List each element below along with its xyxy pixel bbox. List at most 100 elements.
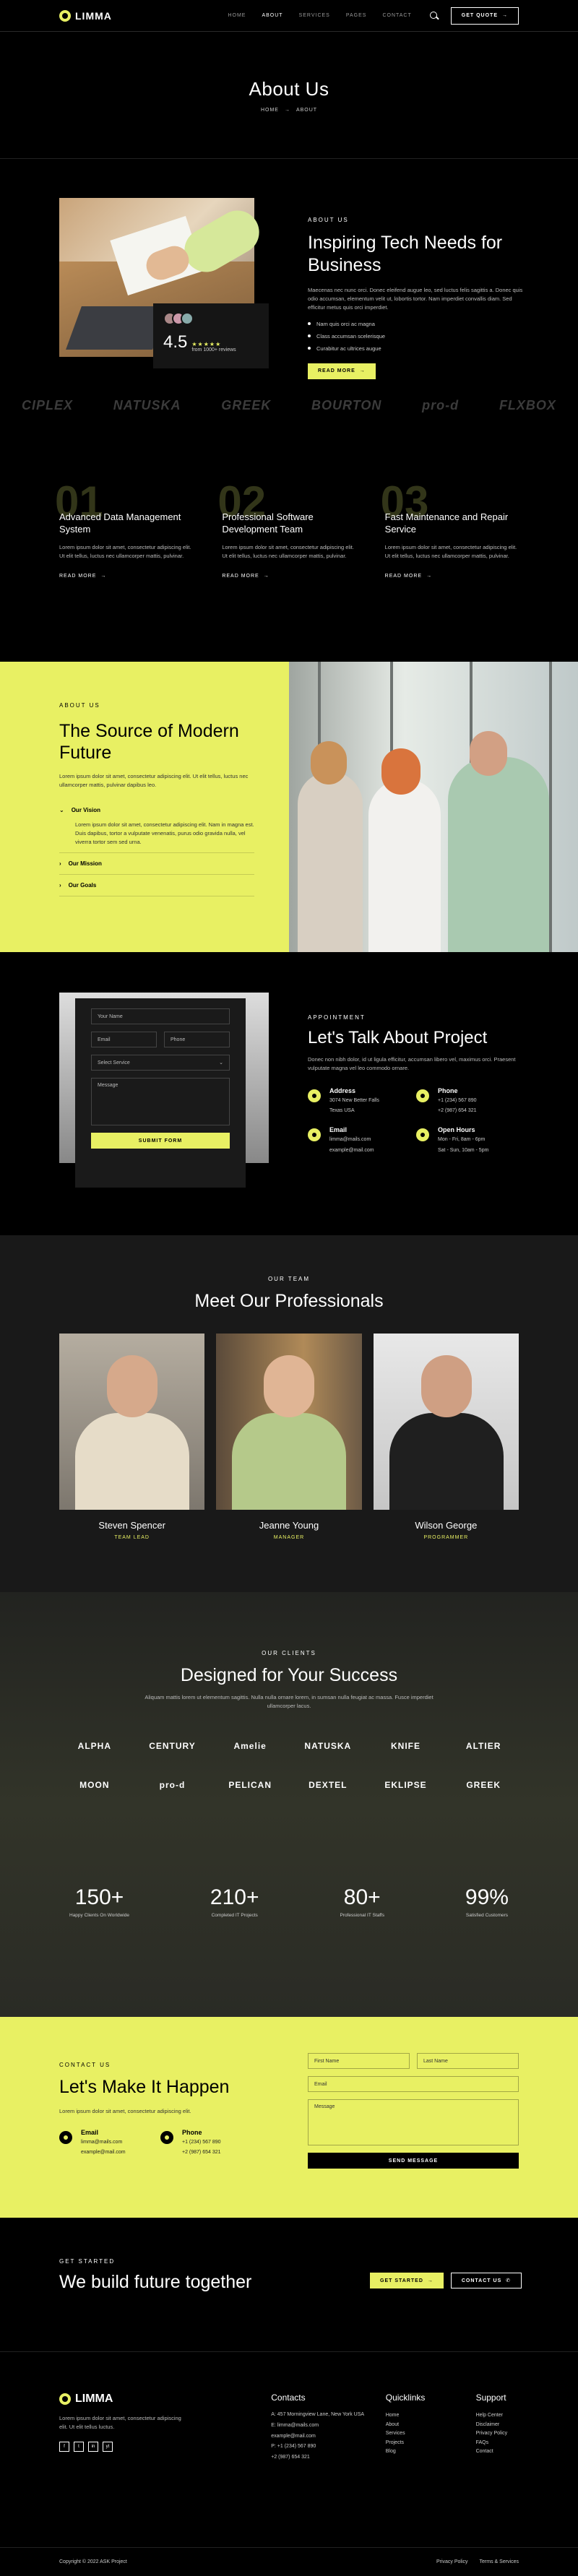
message-field[interactable]: Message	[91, 1078, 230, 1125]
started-eyebrow: GET STARTED	[59, 2258, 116, 2265]
email-field[interactable]: Email	[91, 1032, 157, 1047]
contact-line[interactable]: +2 (987) 654 321	[438, 1107, 477, 1115]
service-text: Lorem ipsum dolor sit amet, consectetur …	[384, 543, 517, 559]
last-name-field[interactable]: Last Name	[417, 2053, 519, 2069]
source-text: Lorem ipsum dolor sit amet, consectetur …	[59, 773, 249, 788]
clients-title: Designed for Your Success	[180, 1665, 398, 1685]
clients-eyebrow: OUR CLIENTS	[262, 1650, 316, 1656]
list-item: Class accumsan scelerisque	[308, 333, 525, 340]
team-eyebrow: OUR TEAM	[267, 1276, 311, 1282]
member-role: MANAGER	[273, 1535, 305, 1540]
footer-contact-line[interactable]: example@mail.com	[271, 2433, 386, 2440]
nav-home[interactable]: HOME	[228, 13, 246, 18]
get-started-section: GET STARTED We build future together GET…	[0, 2218, 578, 2352]
contact-line[interactable]: example@mail.com	[81, 2148, 126, 2156]
service-card: 01 Advanced Data Management System Lorem…	[55, 477, 193, 662]
message-field[interactable]: Message	[308, 2099, 519, 2145]
service-card: 03 Fast Maintenance and Repair Service L…	[381, 477, 519, 662]
get-started-button[interactable]: GET STARTED →	[370, 2273, 444, 2288]
contact-label: Phone	[182, 2129, 202, 2136]
contact-line[interactable]: +2 (987) 654 321	[182, 2148, 221, 2156]
footer-link[interactable]: About	[386, 2421, 476, 2430]
contact-line[interactable]: example@mail.com	[329, 1146, 374, 1154]
accordion-item-goals[interactable]: › Our Goals	[59, 875, 254, 896]
accordion-item-vision[interactable]: ⌄ Our Vision	[59, 800, 254, 821]
client-logo: GREEK	[466, 1780, 501, 1790]
reviewer-avatars	[163, 312, 259, 325]
phone-icon: ✆	[506, 2278, 512, 2283]
footer-link[interactable]: Blog	[386, 2447, 476, 2457]
facebook-icon[interactable]: f	[59, 2442, 69, 2452]
logo-icon	[59, 2393, 71, 2405]
footer-link[interactable]: Privacy Policy	[476, 2429, 519, 2439]
footer-link[interactable]: FAQs	[476, 2439, 519, 2448]
contact-line[interactable]: +1 (234) 567 890	[438, 1097, 477, 1105]
contact-line[interactable]: +1 (234) 567 890	[182, 2138, 221, 2146]
footer-contact-line[interactable]: E: limma@mails.com	[271, 2422, 386, 2429]
footer-link[interactable]: Home	[386, 2411, 476, 2421]
brand-logo[interactable]: LIMMA	[59, 9, 112, 22]
about-title: Inspiring Tech Needs for Business	[308, 233, 503, 276]
nav-contact[interactable]: CONTACT	[382, 13, 411, 18]
youtube-icon[interactable]: yt	[103, 2442, 113, 2452]
appointment-title: Let's Talk About Project	[308, 1028, 488, 1047]
read-more-button[interactable]: READ MORE →	[308, 363, 376, 379]
source-title: The Source of Modern Future	[59, 721, 239, 763]
email-field[interactable]: Email	[308, 2076, 519, 2092]
privacy-policy-link[interactable]: Privacy Policy	[436, 2559, 468, 2564]
name-field[interactable]: Your Name	[91, 1008, 230, 1024]
contact-line[interactable]: limma@mails.com	[329, 1136, 374, 1144]
contact-us-button[interactable]: CONTACT US ✆	[450, 2273, 522, 2288]
client-logo: ALPHA	[77, 1741, 111, 1751]
team-member-card[interactable]: Wilson George PROGRAMMER	[373, 1334, 519, 1540]
nav-pages[interactable]: PAGES	[346, 13, 367, 18]
footer-link[interactable]: Help Center	[476, 2411, 519, 2421]
get-started-label: GET STARTED	[380, 2278, 423, 2283]
footer-contact-line[interactable]: P: +1 (234) 567 890	[271, 2443, 386, 2450]
client-logo: DEXTEL	[309, 1780, 348, 1790]
submit-form-button[interactable]: SUBMIT FORM	[91, 1133, 230, 1149]
phone-field[interactable]: Phone	[164, 1032, 230, 1047]
footer-contact-line[interactable]: +2 (987) 654 321	[271, 2454, 386, 2461]
breadcrumb-home[interactable]: HOME	[261, 108, 279, 113]
stat-item: 80+ Professional IT Staffs	[340, 1885, 384, 1918]
member-photo	[373, 1334, 519, 1510]
nav-about[interactable]: ABOUT	[262, 13, 282, 18]
contact-address: Address 3074 New Better Falls Texas USA	[308, 1087, 416, 1115]
contact-line[interactable]: limma@mails.com	[81, 2138, 126, 2146]
brand-logo-ciplex: CIPLEX	[22, 397, 74, 412]
service-read-more-link[interactable]: READ MORE →	[222, 574, 355, 579]
logo-icon	[59, 9, 71, 22]
search-icon[interactable]	[429, 11, 439, 21]
accordion-item-mission[interactable]: › Our Mission	[59, 853, 254, 875]
service-select[interactable]: Select Service ⌄	[91, 1055, 230, 1071]
member-role: PROGRAMMER	[423, 1535, 469, 1540]
stat-value: 99%	[465, 1885, 509, 1909]
footer-link[interactable]: Projects	[386, 2439, 476, 2448]
source-eyebrow: ABOUT US	[59, 702, 100, 709]
service-title: Professional Software Development Team	[222, 511, 314, 535]
team-meeting-image	[289, 662, 578, 952]
footer-link[interactable]: Services	[386, 2429, 476, 2439]
footer-logo[interactable]: LIMMA	[59, 2393, 271, 2406]
terms-link[interactable]: Terms & Services	[480, 2559, 519, 2564]
send-message-button[interactable]: SEND MESSAGE	[308, 2153, 519, 2169]
star-icons: ★★★★★	[191, 341, 222, 347]
read-more-label: READ MORE	[318, 368, 355, 373]
get-quote-button[interactable]: GET QUOTE →	[450, 7, 519, 25]
twitter-icon[interactable]: t	[74, 2442, 84, 2452]
service-read-more-link[interactable]: READ MORE →	[59, 574, 193, 579]
footer-link[interactable]: Contact	[476, 2447, 519, 2457]
team-member-card[interactable]: Steven Spencer TEAM LEAD	[59, 1334, 205, 1540]
about-eyebrow: ABOUT US	[308, 217, 349, 223]
clock-icon	[416, 1128, 429, 1142]
linkedin-icon[interactable]: in	[88, 2442, 98, 2452]
nav-services[interactable]: SERVICES	[299, 13, 330, 18]
appointment-section: Your Name Email Phone Select Service ⌄ Me…	[0, 952, 578, 1235]
stat-label: Happy Clients On Worldwide	[69, 1913, 129, 1918]
rating-card: 4.5 ★★★★★ from 1000+ reviews	[153, 303, 269, 368]
team-member-card[interactable]: Jeanne Young MANAGER	[216, 1334, 362, 1540]
footer-link[interactable]: Disclaimer	[476, 2421, 519, 2430]
first-name-field[interactable]: First Name	[308, 2053, 410, 2069]
service-read-more-link[interactable]: READ MORE →	[385, 574, 519, 579]
